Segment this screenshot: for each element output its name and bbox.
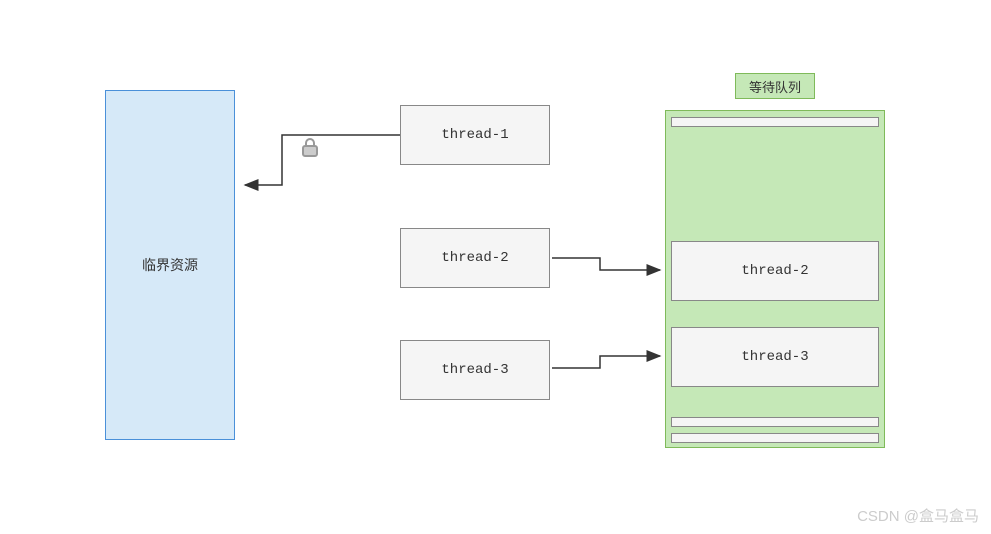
queue-slot-empty-bottom-1 xyxy=(671,417,879,427)
queue-slot-empty-bottom-2 xyxy=(671,433,879,443)
queue-slot-empty-top xyxy=(671,117,879,127)
queue-slot-2-label: thread-2 xyxy=(741,263,808,279)
thread-3-label: thread-3 xyxy=(441,362,508,378)
wait-queue-title-label: 等待队列 xyxy=(749,77,801,96)
critical-resource-label: 临界资源 xyxy=(142,255,198,275)
thread-1-label: thread-1 xyxy=(441,127,508,143)
queue-slot-thread-2: thread-2 xyxy=(671,241,879,301)
watermark-text: CSDN @盒马盒马 xyxy=(857,505,979,526)
thread-1-box: thread-1 xyxy=(400,105,550,165)
thread-2-label: thread-2 xyxy=(441,250,508,266)
lock-icon xyxy=(298,135,322,159)
watermark-label: CSDN @盒马盒马 xyxy=(857,508,979,525)
queue-slot-3-label: thread-3 xyxy=(741,349,808,365)
critical-resource-box: 临界资源 xyxy=(105,90,235,440)
thread-3-box: thread-3 xyxy=(400,340,550,400)
thread-2-box: thread-2 xyxy=(400,228,550,288)
wait-queue-title: 等待队列 xyxy=(735,73,815,99)
wait-queue-container: thread-2 thread-3 xyxy=(665,110,885,448)
queue-slot-thread-3: thread-3 xyxy=(671,327,879,387)
